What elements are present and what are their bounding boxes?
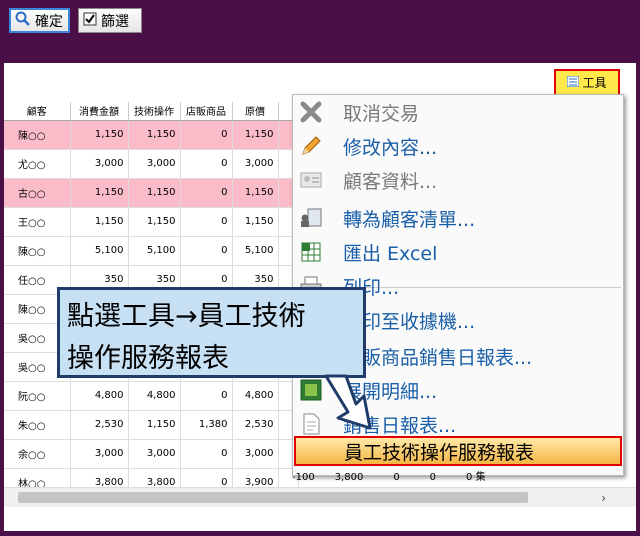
list-icon <box>566 75 580 90</box>
callout-line-1: 點選工具→員工技術 <box>67 301 306 332</box>
table-row[interactable]: 阮○○ 4,800 4,800 0 4,800 <box>4 381 299 411</box>
cell-retail: 1,380 <box>180 410 233 440</box>
menu-item-employee-service-report[interactable]: 員工技術操作服務報表 <box>294 436 622 466</box>
cell-name: 古○○ <box>4 178 71 208</box>
cell-amount: 3,000 <box>70 149 129 179</box>
chevron-right-icon[interactable]: › <box>601 491 606 505</box>
table-row[interactable]: 古○○ 1,150 1,150 0 1,150 <box>4 178 299 208</box>
menu-item-label: 修改內容... <box>343 136 438 159</box>
menu-item-label: 轉為顧客清單... <box>343 208 476 231</box>
menu-item-4[interactable]: 匯出 Excel <box>293 235 623 269</box>
tools-button[interactable]: 工具 <box>554 69 620 96</box>
menu-item-label: 顧客資料... <box>343 170 438 193</box>
menu-item-2[interactable]: 顧客資料... <box>293 163 623 197</box>
cell-orig: 1,150 <box>232 178 279 208</box>
cell-name: 陳○○ <box>4 120 71 150</box>
filter-label: 篩選 <box>101 13 129 30</box>
cell-tech: 5,100 <box>128 236 181 266</box>
cell-amount: 2,530 <box>70 410 129 440</box>
cell-amount: 4,800 <box>70 381 129 411</box>
menu-item-3[interactable]: 轉為顧客清單... <box>293 201 623 235</box>
table-row[interactable]: 陳○○ 1,150 1,150 0 1,150 <box>4 120 299 150</box>
tools-label: 工具 <box>582 76 607 90</box>
cell-name: 陳○○ <box>4 236 71 266</box>
column-header[interactable]: 消費金額 <box>70 102 129 121</box>
column-header[interactable]: 技術操作 <box>128 102 181 121</box>
table-row[interactable]: 余○○ 3,000 3,000 0 3,000 <box>4 439 299 469</box>
cancel-x-icon <box>298 99 324 125</box>
cell-tech: 1,150 <box>128 207 181 237</box>
cell-orig: 1,150 <box>232 207 279 237</box>
people-list-icon <box>298 205 324 231</box>
cell-name: 尤○○ <box>4 149 71 179</box>
cell-orig: 1,150 <box>232 120 279 150</box>
cell-retail: 0 <box>180 178 233 208</box>
cell-retail: 0 <box>180 120 233 150</box>
scroll-thumb[interactable] <box>18 492 528 503</box>
column-header[interactable]: 顧客 <box>4 102 71 121</box>
pointer-arrow-icon <box>324 374 372 430</box>
table-row[interactable]: 尤○○ 3,000 3,000 0 3,000 <box>4 149 299 179</box>
checkbox-icon <box>83 12 97 30</box>
cell-tech: 1,150 <box>128 120 181 150</box>
table-row[interactable]: 王○○ 1,150 1,150 0 1,150 <box>4 207 299 237</box>
horizontal-scrollbar[interactable]: › <box>4 487 636 507</box>
cell-orig: 4,800 <box>232 381 279 411</box>
menu-item-0[interactable]: 取消交易 <box>293 95 623 129</box>
excel-icon <box>298 239 324 265</box>
cell-orig: 3,000 <box>232 439 279 469</box>
search-icon <box>15 11 31 31</box>
cell-retail: 0 <box>180 236 233 266</box>
cell-orig: 2,530 <box>232 410 279 440</box>
cell-name: 阮○○ <box>4 381 71 411</box>
cell-amount: 1,150 <box>70 178 129 208</box>
cell-retail: 0 <box>180 207 233 237</box>
cell-amount: 1,150 <box>70 120 129 150</box>
instruction-callout: 點選工具→員工技術 操作服務報表 <box>57 287 366 378</box>
cell-retail: 0 <box>180 381 233 411</box>
confirm-label: 確定 <box>35 13 63 30</box>
cell-tech: 3,000 <box>128 439 181 469</box>
cell-orig: 3,000 <box>232 149 279 179</box>
callout-line-2: 操作服務報表 <box>67 343 229 374</box>
cell-amount: 1,150 <box>70 207 129 237</box>
menu-item-1[interactable]: 修改內容... <box>293 129 623 163</box>
column-header[interactable]: 原價 <box>232 102 279 121</box>
cell-amount: 3,000 <box>70 439 129 469</box>
cell-retail: 0 <box>180 149 233 179</box>
confirm-button[interactable]: 確定 <box>9 8 70 33</box>
pencil-icon <box>298 133 324 159</box>
filter-button[interactable]: 篩選 <box>78 8 142 33</box>
bottom-border <box>0 531 640 536</box>
top-toolbar: 確定 篩選 <box>0 0 640 62</box>
column-header[interactable]: 店販商品 <box>180 102 233 121</box>
row-tail-text: -100 3,800 0 0 0 集 <box>292 472 486 483</box>
menu-item-label: 取消交易 <box>343 102 420 125</box>
cell-tech: 4,800 <box>128 381 181 411</box>
cell-name: 余○○ <box>4 439 71 469</box>
table-row[interactable]: 朱○○ 2,530 1,150 1,380 2,530 <box>4 410 299 440</box>
cell-tech: 3,000 <box>128 149 181 179</box>
table-row[interactable]: 陳○○ 5,100 5,100 0 5,100 <box>4 236 299 266</box>
customer-card-icon <box>298 167 324 193</box>
cell-name: 朱○○ <box>4 410 71 440</box>
cell-tech: 1,150 <box>128 410 181 440</box>
cell-amount: 5,100 <box>70 236 129 266</box>
cell-tech: 1,150 <box>128 178 181 208</box>
cell-name: 王○○ <box>4 207 71 237</box>
cell-orig: 5,100 <box>232 236 279 266</box>
menu-item-label: 員工技術操作服務報表 <box>344 441 535 464</box>
menu-item-label: 匯出 Excel <box>343 242 438 265</box>
cell-retail: 0 <box>180 439 233 469</box>
